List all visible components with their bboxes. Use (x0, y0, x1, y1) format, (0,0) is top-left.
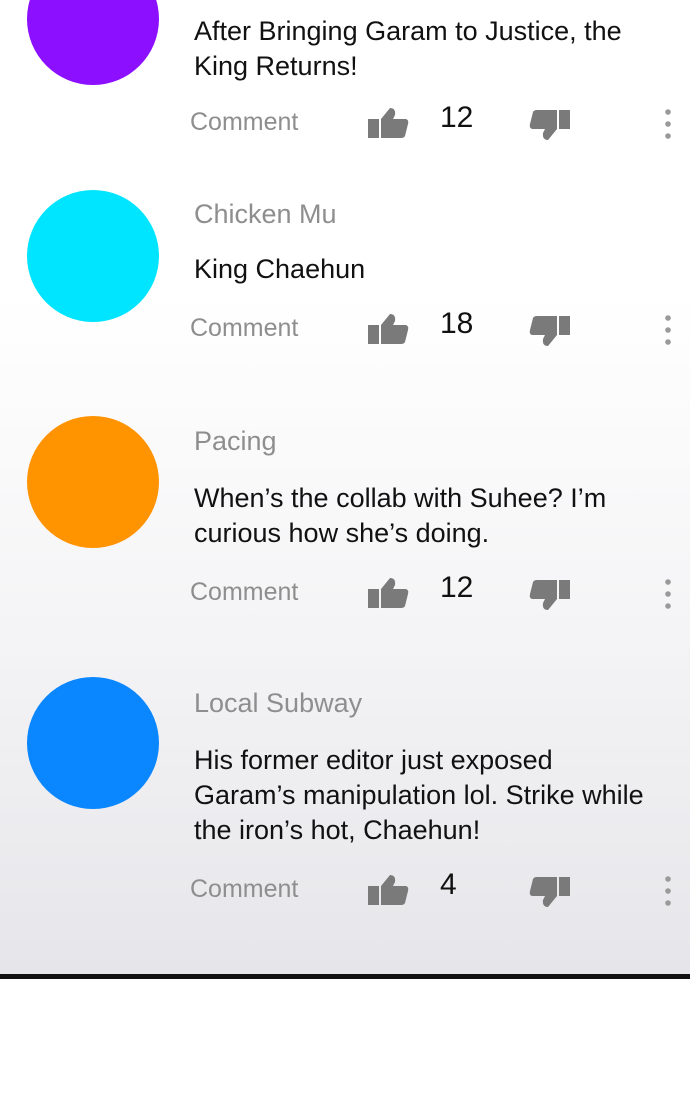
username[interactable]: Local Subway (194, 688, 362, 719)
like-button[interactable] (366, 873, 410, 907)
thumbs-down-icon (529, 316, 570, 346)
more-options-button[interactable] (658, 312, 678, 348)
avatar[interactable] (27, 416, 159, 548)
comment-text: His former editor just exposed Garam’s m… (194, 745, 644, 845)
more-options-button[interactable] (658, 106, 678, 142)
reply-button[interactable]: Comment (190, 314, 298, 343)
comment-actions: Comment 12 (0, 568, 690, 618)
comment-actions: Comment 12 (0, 98, 690, 148)
more-vertical-icon (665, 876, 671, 906)
like-count: 4 (440, 868, 457, 901)
like-button[interactable] (366, 106, 410, 140)
like-button[interactable] (366, 312, 410, 346)
comment-actions: Comment 18 (0, 304, 690, 354)
reply-button[interactable]: Comment (190, 875, 298, 904)
thumbs-down-icon (529, 110, 570, 140)
dislike-button[interactable] (528, 875, 572, 909)
reply-button[interactable]: Comment (190, 108, 298, 137)
like-count: 18 (440, 307, 474, 340)
more-vertical-icon (665, 579, 671, 609)
like-count: 12 (440, 571, 474, 604)
avatar[interactable] (27, 190, 159, 322)
comment-panel: After Bringing Garam to Justice, the Kin… (0, 0, 690, 976)
panel-border (0, 974, 690, 979)
thumbs-down-icon (529, 580, 570, 610)
thumbs-up-icon (368, 875, 409, 905)
like-count: 12 (440, 101, 474, 134)
comment-text: King Chaehun (194, 254, 366, 284)
reply-button[interactable]: Comment (190, 578, 298, 607)
comment-text: After Bringing Garam to Justice, the Kin… (194, 16, 622, 81)
more-options-button[interactable] (658, 873, 678, 909)
like-button[interactable] (366, 576, 410, 610)
dislike-button[interactable] (528, 108, 572, 142)
thumbs-down-icon (529, 877, 570, 907)
more-options-button[interactable] (658, 576, 678, 612)
comment-text: When’s the collab with Suhee? I’m curiou… (194, 483, 607, 548)
thumbs-up-icon (368, 314, 409, 344)
thumbs-up-icon (368, 578, 409, 608)
comment-actions: Comment 4 (0, 865, 690, 915)
username[interactable]: Pacing (194, 426, 277, 457)
avatar[interactable] (27, 0, 159, 85)
avatar[interactable] (27, 677, 159, 809)
more-vertical-icon (665, 109, 671, 139)
more-vertical-icon (665, 315, 671, 345)
thumbs-up-icon (368, 108, 409, 138)
username[interactable]: Chicken Mu (194, 199, 337, 230)
dislike-button[interactable] (528, 314, 572, 348)
dislike-button[interactable] (528, 578, 572, 612)
